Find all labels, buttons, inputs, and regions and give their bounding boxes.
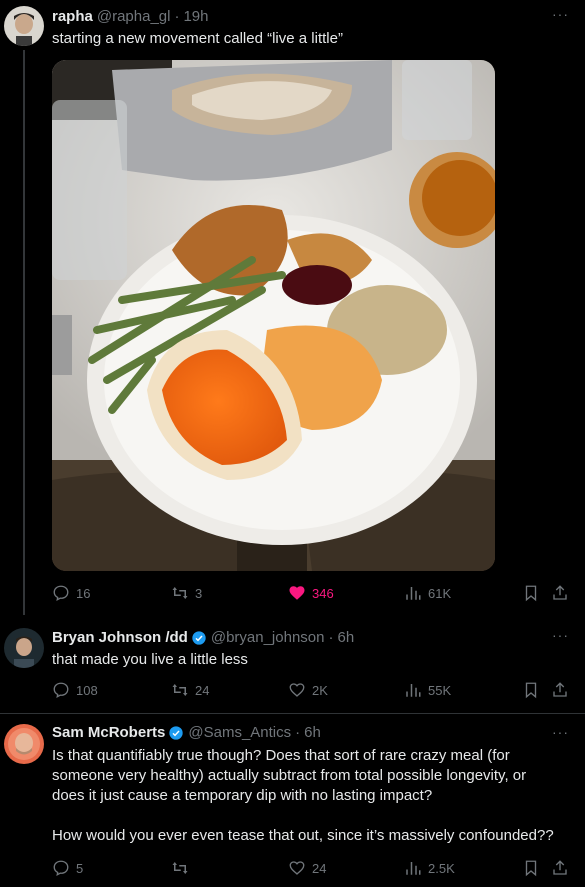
share-button[interactable] [551,584,575,602]
tweet-actions: 16 3 346 61K [52,584,572,604]
like-button[interactable]: 2K [288,681,328,699]
separator: · [174,8,180,25]
bookmark-icon [525,682,537,699]
share-icon [553,585,567,600]
bookmark-button[interactable] [522,681,546,699]
views-button[interactable]: 55K [404,681,451,699]
display-name[interactable]: rapha [52,8,93,25]
reply-button[interactable]: 108 [52,681,98,699]
tweet-actions: 5 24 2.5K [52,859,572,879]
avatar[interactable] [4,6,44,46]
tweet-main[interactable]: rapha @rapha_gl · 19h ··· starting a new… [0,0,585,615]
more-options-button[interactable]: ··· [552,627,569,643]
verified-badge-icon [169,725,184,740]
view-count: 61K [428,585,452,601]
reply-button[interactable]: 16 [52,584,90,602]
views-icon [406,684,421,697]
share-icon [553,682,567,697]
verified-badge-icon [192,630,206,645]
separator: · [328,629,334,646]
heart-icon [289,683,305,697]
heart-filled-icon [289,586,305,600]
views-icon [406,862,421,875]
like-count: 346 [312,585,334,601]
bookmark-button[interactable] [522,859,546,877]
thanksgiving-plate-image [52,60,495,571]
tweet-text-paragraph-1: Is that quantifiably true though? Does t… [52,747,527,804]
retweet-icon [172,684,188,696]
reply-count: 16 [76,585,91,601]
reply-tweet[interactable]: Bryan Johnson /dd @bryan_johnson · 6h ··… [0,615,585,713]
share-button[interactable] [551,681,575,699]
retweet-button[interactable]: 3 [171,584,202,602]
display-name[interactable]: Sam McRoberts [52,724,165,741]
avatar[interactable] [4,628,44,668]
separator: · [295,724,301,741]
bookmark-icon [525,585,537,602]
tweet-header: Bryan Johnson /dd @bryan_johnson · 6h [52,629,354,646]
reply-tweet[interactable]: Sam McRoberts @Sams_Antics · 6h ··· Is t… [0,714,585,887]
more-options-button[interactable]: ··· [552,724,569,740]
reply-button[interactable]: 5 [52,859,83,877]
tweet-actions: 108 24 2K 55K [52,681,572,701]
retweet-icon [172,862,188,874]
reply-icon [53,682,69,699]
view-count: 55K [428,682,452,698]
avatar[interactable] [4,724,44,764]
retweet-icon [172,587,188,599]
retweet-count: 3 [195,585,203,601]
like-count: 24 [312,860,327,876]
display-name[interactable]: Bryan Johnson /dd [52,629,188,646]
tweet-photo[interactable] [52,60,495,571]
bookmark-button[interactable] [522,584,546,602]
tweet-text: that made you live a little less [52,651,248,668]
reply-count: 108 [76,682,98,698]
handle[interactable]: @bryan_johnson [211,629,325,646]
retweet-count: 24 [195,682,210,698]
timestamp[interactable]: 6h [337,629,354,646]
more-options-button[interactable]: ··· [552,6,569,22]
handle[interactable]: @Sams_Antics [188,724,291,741]
retweet-button[interactable]: 24 [171,681,209,699]
like-count: 2K [312,682,328,698]
views-button[interactable]: 2.5K [404,859,455,877]
tweet-text: starting a new movement called “live a l… [52,30,343,47]
views-button[interactable]: 61K [404,584,451,602]
reply-count: 5 [76,860,84,876]
views-icon [406,587,421,600]
handle[interactable]: @rapha_gl [97,8,171,25]
tweet-text-paragraph-2: How would you ever even tease that out, … [52,827,554,844]
bookmark-icon [525,860,537,877]
like-button[interactable]: 24 [288,859,326,877]
tweet-header: rapha @rapha_gl · 19h [52,8,209,25]
timestamp[interactable]: 19h [183,8,208,25]
reply-icon [53,585,69,602]
view-count: 2.5K [428,860,455,876]
like-button[interactable]: 346 [288,584,334,602]
heart-icon [289,861,305,875]
thread-line [23,50,25,615]
retweet-button[interactable] [171,859,195,877]
timestamp[interactable]: 6h [304,724,321,741]
share-icon [553,860,567,875]
share-button[interactable] [551,859,575,877]
tweet-header: Sam McRoberts @Sams_Antics · 6h [52,724,321,741]
reply-icon [53,860,69,877]
